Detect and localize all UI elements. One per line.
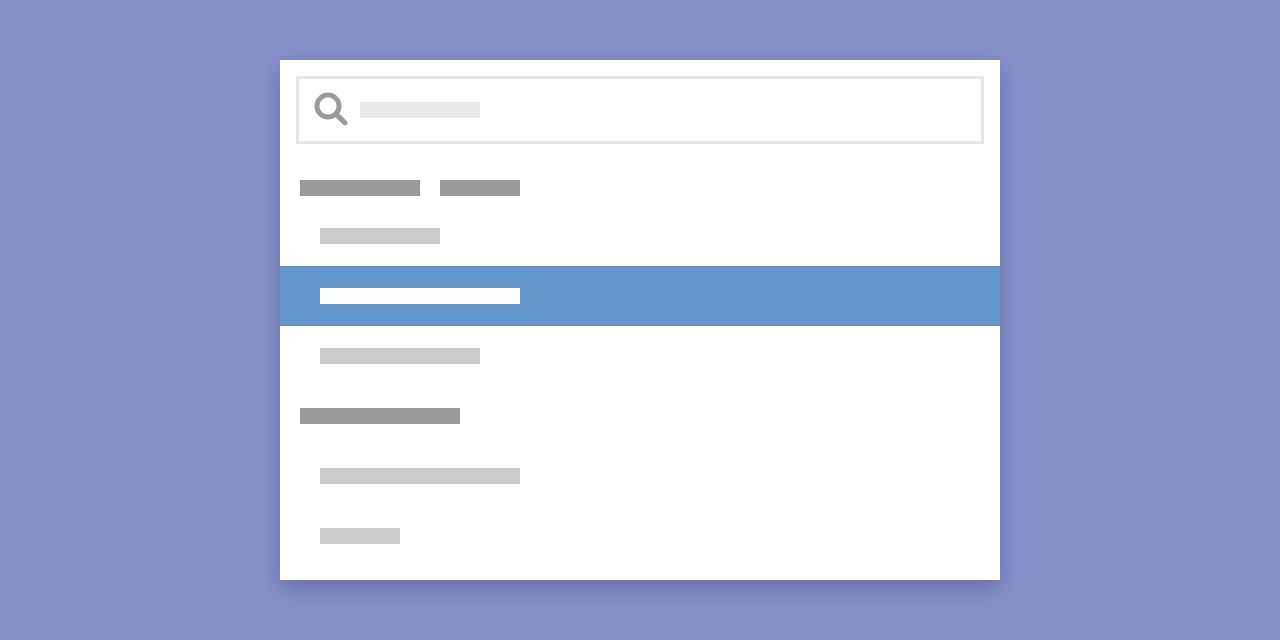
group-header-secondary [440, 180, 520, 196]
group-header-primary [300, 180, 420, 196]
list-item-label [320, 228, 440, 244]
list-item-label [320, 288, 520, 304]
list-item[interactable] [280, 326, 1000, 386]
search-placeholder [360, 102, 480, 118]
list-item[interactable] [280, 506, 1000, 566]
list-item[interactable] [280, 206, 1000, 266]
list-item-label [320, 528, 400, 544]
list-item[interactable] [280, 446, 1000, 506]
group-header-primary [300, 408, 460, 424]
list-item-label [320, 348, 480, 364]
search-icon [314, 92, 348, 126]
list-item-selected[interactable] [280, 266, 1000, 326]
list-item-label [320, 468, 520, 484]
search-box[interactable] [296, 76, 984, 144]
command-palette-panel [280, 60, 1000, 580]
